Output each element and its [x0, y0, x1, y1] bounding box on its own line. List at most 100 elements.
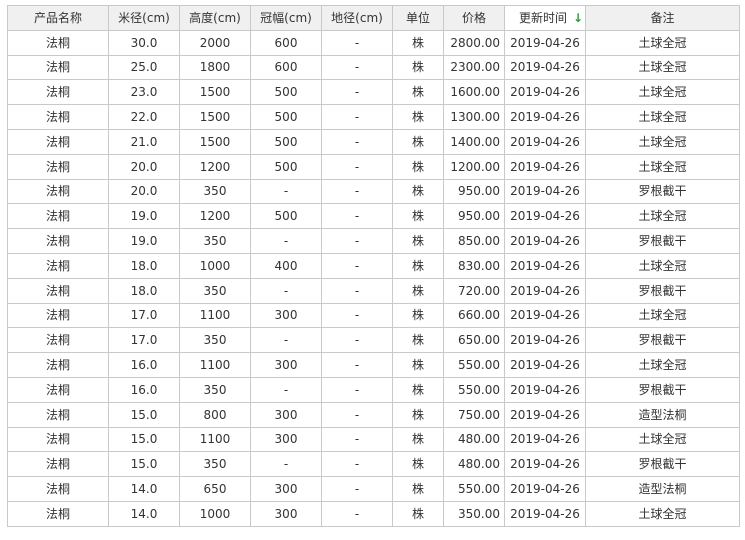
sort-down-arrow-icon[interactable]: ↓	[573, 12, 583, 24]
cell-height: 1500	[179, 79, 251, 106]
column-header-diameter[interactable]: 米径(cm)	[108, 5, 180, 31]
cell-updated: 2019-04-26	[504, 29, 586, 56]
table-row: 法桐 23.0 1500 500- 株 1600.00 2019-04-26 土球全冠	[7, 79, 740, 106]
cell-note: 罗根截干	[585, 228, 740, 254]
cell-unit: 株	[392, 401, 444, 428]
cell-crown: 300	[250, 352, 322, 378]
cell-diameter: 18.0	[108, 252, 180, 279]
cell-height: 1500	[179, 128, 251, 155]
cell-height: 1000	[179, 252, 251, 279]
column-header-updated[interactable]: 更新时间 ↓	[504, 5, 586, 31]
column-header-crown[interactable]: 冠幅(cm)	[250, 5, 322, 31]
cell-note: 土球全冠	[585, 54, 740, 81]
cell-ground-diameter: -	[321, 104, 393, 130]
cell-note: 土球全冠	[585, 203, 740, 230]
cell-diameter: 15.0	[108, 401, 180, 428]
cell-height: 350	[179, 327, 251, 354]
cell-height: 350	[179, 451, 251, 478]
cell-diameter: 14.0	[108, 476, 180, 502]
cell-ground-diameter: -	[321, 277, 393, 304]
cell-crown: 400	[250, 252, 322, 279]
cell-crown: 300	[250, 401, 322, 428]
cell-price: 1600.00	[443, 79, 505, 106]
column-header-ground-diameter[interactable]: 地径(cm)	[321, 5, 393, 31]
cell-unit: 株	[392, 153, 444, 180]
cell-price: 660.00	[443, 302, 505, 329]
cell-price: 480.00	[443, 426, 505, 453]
cell-crown: -	[250, 178, 322, 205]
cell-name: 法桐	[7, 104, 109, 130]
cell-note: 罗根截干	[585, 376, 740, 403]
cell-name: 法桐	[7, 426, 109, 453]
cell-diameter: 22.0	[108, 104, 180, 130]
column-header-name[interactable]: 产品名称	[7, 5, 109, 31]
cell-diameter: 15.0	[108, 426, 180, 453]
cell-price: 480.00	[443, 451, 505, 478]
cell-note: 土球全冠	[585, 79, 740, 106]
cell-ground-diameter: -	[321, 54, 393, 81]
cell-updated: 2019-04-26	[504, 228, 586, 254]
table-row: 法桐 16.0 350- - 株 550.00 2019-04-26 罗根截干	[7, 376, 740, 403]
cell-diameter: 15.0	[108, 451, 180, 478]
cell-note: 罗根截干	[585, 277, 740, 304]
cell-crown: 500	[250, 153, 322, 180]
cell-price: 350.00	[443, 500, 505, 527]
cell-updated: 2019-04-26	[504, 327, 586, 354]
cell-note: 土球全冠	[585, 153, 740, 180]
cell-crown: 500	[250, 203, 322, 230]
cell-name: 法桐	[7, 500, 109, 527]
cell-name: 法桐	[7, 352, 109, 378]
cell-note: 土球全冠	[585, 29, 740, 56]
cell-price: 2300.00	[443, 54, 505, 81]
cell-unit: 株	[392, 500, 444, 527]
cell-height: 1200	[179, 203, 251, 230]
cell-diameter: 17.0	[108, 302, 180, 329]
cell-updated: 2019-04-26	[504, 153, 586, 180]
cell-ground-diameter: -	[321, 228, 393, 254]
table-row: 法桐 18.0 350- - 株 720.00 2019-04-26 罗根截干	[7, 277, 740, 304]
table-row: 法桐 15.0 350- - 株 480.00 2019-04-26 罗根截干	[7, 451, 740, 478]
cell-name: 法桐	[7, 128, 109, 155]
cell-updated: 2019-04-26	[504, 476, 586, 502]
cell-name: 法桐	[7, 228, 109, 254]
cell-updated: 2019-04-26	[504, 79, 586, 106]
cell-updated: 2019-04-26	[504, 302, 586, 329]
table-header-row: 产品名称 米径(cm) 高度(cm) 冠幅(cm) 地径(cm) 单位 价格 更…	[7, 5, 740, 31]
cell-crown: 300	[250, 500, 322, 527]
cell-price: 720.00	[443, 277, 505, 304]
table-row: 法桐 22.0 1500 500- 株 1300.00 2019-04-26 土球全冠	[7, 104, 740, 130]
cell-price: 550.00	[443, 352, 505, 378]
cell-price: 550.00	[443, 376, 505, 403]
column-header-unit[interactable]: 单位	[392, 5, 444, 31]
cell-unit: 株	[392, 228, 444, 254]
cell-name: 法桐	[7, 401, 109, 428]
cell-note: 罗根截干	[585, 327, 740, 354]
cell-unit: 株	[392, 451, 444, 478]
cell-price: 1300.00	[443, 104, 505, 130]
table-row: 法桐 18.0 1000 400- 株 830.00 2019-04-26 土球全冠	[7, 252, 740, 279]
cell-height: 1000	[179, 500, 251, 527]
cell-price: 650.00	[443, 327, 505, 354]
cell-ground-diameter: -	[321, 178, 393, 205]
cell-unit: 株	[392, 352, 444, 378]
cell-note: 土球全冠	[585, 500, 740, 527]
cell-note: 罗根截干	[585, 178, 740, 205]
cell-name: 法桐	[7, 376, 109, 403]
cell-height: 1100	[179, 352, 251, 378]
table-row: 法桐 15.0 800 300- 株 750.00 2019-04-26 造型法桐	[7, 401, 740, 428]
cell-height: 350	[179, 376, 251, 403]
column-header-note[interactable]: 备注	[585, 5, 740, 31]
cell-height: 2000	[179, 29, 251, 56]
cell-unit: 株	[392, 178, 444, 205]
table-row: 法桐 14.0 650 300- 株 550.00 2019-04-26 造型法桐	[7, 476, 740, 502]
column-header-height[interactable]: 高度(cm)	[179, 5, 251, 31]
cell-crown: 300	[250, 476, 322, 502]
cell-note: 造型法桐	[585, 476, 740, 502]
cell-name: 法桐	[7, 178, 109, 205]
column-header-price[interactable]: 价格	[443, 5, 505, 31]
cell-crown: 300	[250, 426, 322, 453]
cell-unit: 株	[392, 327, 444, 354]
cell-diameter: 18.0	[108, 277, 180, 304]
cell-crown: -	[250, 327, 322, 354]
cell-ground-diameter: -	[321, 376, 393, 403]
